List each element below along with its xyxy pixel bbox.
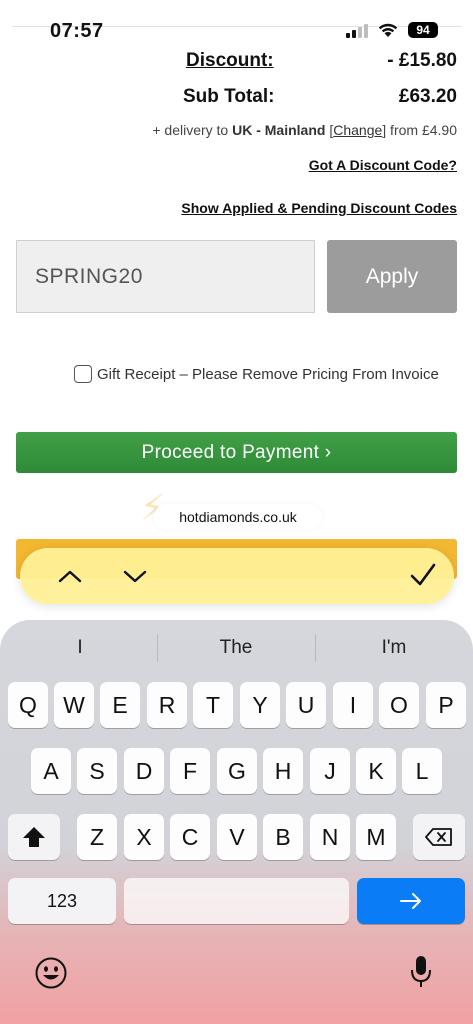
- delete-key[interactable]: [413, 814, 465, 860]
- key-h[interactable]: H: [263, 748, 303, 794]
- key-l[interactable]: L: [402, 748, 442, 794]
- discount-value: - £15.80: [387, 50, 457, 71]
- key-r[interactable]: R: [147, 682, 187, 728]
- suggestion-2[interactable]: The: [158, 632, 314, 664]
- key-j[interactable]: J: [310, 748, 350, 794]
- checkout-screen: 07:57 94 Discount: - £15.80 Sub Total: £…: [0, 0, 473, 1024]
- return-key[interactable]: [357, 878, 465, 924]
- show-applied-codes-link[interactable]: Show Applied & Pending Discount Codes: [181, 200, 457, 216]
- key-i[interactable]: I: [333, 682, 373, 728]
- suggestion-3[interactable]: I'm: [316, 632, 472, 664]
- key-k[interactable]: K: [356, 748, 396, 794]
- delivery-region: UK - Mainland: [232, 122, 326, 138]
- proceed-to-payment-button[interactable]: Proceed to Payment ›: [16, 432, 457, 473]
- shift-key[interactable]: [8, 814, 60, 860]
- autocomplete-suggestions: I The I'm: [0, 620, 473, 676]
- key-y[interactable]: Y: [240, 682, 280, 728]
- key-g[interactable]: G: [217, 748, 257, 794]
- emoji-icon[interactable]: [34, 956, 68, 990]
- backspace-icon: [425, 828, 452, 846]
- key-n[interactable]: N: [310, 814, 350, 860]
- key-q[interactable]: Q: [8, 682, 48, 728]
- suggestion-1[interactable]: I: [2, 632, 158, 664]
- gift-receipt-row[interactable]: Gift Receipt – Please Remove Pricing Fro…: [74, 365, 439, 383]
- on-screen-keyboard: I The I'm Q W E R T Y U I O P A S D F G …: [0, 620, 473, 1024]
- key-b[interactable]: B: [263, 814, 303, 860]
- key-f[interactable]: F: [170, 748, 210, 794]
- find-in-page-bar: [20, 548, 454, 604]
- key-v[interactable]: V: [217, 814, 257, 860]
- key-x[interactable]: X: [124, 814, 164, 860]
- cellular-signal-icon: [346, 24, 370, 38]
- apply-button[interactable]: Apply: [327, 240, 457, 313]
- key-p[interactable]: P: [426, 682, 466, 728]
- discount-code-input[interactable]: SPRING20: [16, 240, 315, 313]
- key-a[interactable]: A: [31, 748, 71, 794]
- subtotal-label: Sub Total:: [183, 86, 275, 107]
- checkmark-icon[interactable]: [408, 561, 438, 589]
- delivery-prefix: + delivery to: [152, 122, 233, 138]
- key-s[interactable]: S: [77, 748, 117, 794]
- key-c[interactable]: C: [170, 814, 210, 860]
- key-z[interactable]: Z: [77, 814, 117, 860]
- gift-receipt-label: Gift Receipt – Please Remove Pricing Fro…: [97, 365, 439, 383]
- key-o[interactable]: O: [379, 682, 419, 728]
- delivery-suffix: from £4.90: [386, 122, 457, 138]
- key-w[interactable]: W: [54, 682, 94, 728]
- gift-receipt-checkbox[interactable]: [74, 365, 92, 383]
- delivery-info: + delivery to UK - Mainland [Change] fro…: [152, 122, 457, 138]
- arrow-right-icon: [400, 893, 421, 909]
- url-address-bar[interactable]: hotdiamonds.co.uk: [154, 504, 322, 530]
- got-discount-code-link[interactable]: Got A Discount Code?: [309, 157, 457, 173]
- shift-icon: [23, 827, 45, 847]
- key-t[interactable]: T: [193, 682, 233, 728]
- key-e[interactable]: E: [100, 682, 140, 728]
- status-bar: 07:57 94: [0, 0, 473, 46]
- numbers-key[interactable]: 123: [8, 878, 116, 924]
- status-time: 07:57: [50, 20, 104, 42]
- key-m[interactable]: M: [356, 814, 396, 860]
- space-bar[interactable]: [124, 878, 349, 924]
- discount-label: Discount:: [186, 50, 274, 71]
- wifi-icon: [378, 23, 398, 37]
- chevron-down-icon[interactable]: [121, 566, 149, 586]
- microphone-icon[interactable]: [410, 954, 432, 990]
- change-delivery-link[interactable]: Change: [333, 122, 382, 138]
- battery-indicator: 94: [408, 22, 438, 38]
- chevron-up-icon[interactable]: [56, 566, 84, 586]
- subtotal-value: £63.20: [398, 86, 457, 107]
- key-d[interactable]: D: [124, 748, 164, 794]
- key-u[interactable]: U: [286, 682, 326, 728]
